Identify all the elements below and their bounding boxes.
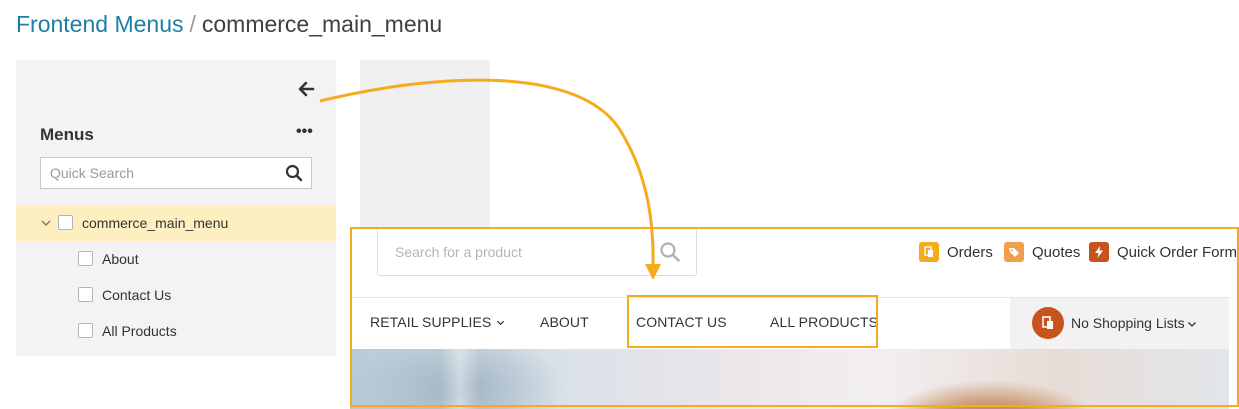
chevron-down-icon[interactable] (40, 217, 52, 229)
search-icon[interactable] (659, 241, 681, 263)
nav-item-all-products[interactable]: ALL PRODUCTS (770, 314, 878, 330)
shopping-lists-widget[interactable]: No Shopping Lists (1010, 298, 1229, 349)
quick-link-label: Orders (947, 243, 993, 261)
quick-link-quotes[interactable]: Quotes (1004, 241, 1080, 263)
quick-link-orders[interactable]: Orders (919, 241, 993, 263)
menus-sidebar: Menus ••• commerce_main_menu About Conta… (16, 60, 336, 356)
tree-item-about[interactable]: About (16, 241, 336, 277)
tree-checkbox[interactable] (58, 215, 73, 230)
tree-checkbox[interactable] (78, 323, 93, 338)
more-actions-button[interactable]: ••• (296, 124, 313, 143)
nav-item-label: RETAIL SUPPLIES (370, 314, 492, 330)
quick-link-quick-order-form[interactable]: Quick Order Form (1089, 241, 1237, 263)
tree-checkbox[interactable] (78, 251, 93, 266)
tree-item-label: commerce_main_menu (82, 215, 229, 231)
quick-search-box (40, 157, 312, 189)
tree-item-label: All Products (102, 323, 177, 339)
product-search-input[interactable] (378, 228, 648, 275)
search-icon[interactable] (285, 164, 303, 182)
chevron-down-icon (1188, 322, 1196, 327)
main-navigation: RETAIL SUPPLIES ABOUT CONTACT US ALL PRO… (350, 297, 1229, 349)
storefront-preview: Orders Quotes Quick Order Form RETAIL SU… (350, 227, 1239, 409)
shopping-list-icon (1032, 307, 1064, 339)
breadcrumb-separator: / (189, 11, 196, 37)
quick-search-input[interactable] (41, 158, 281, 188)
breadcrumb: Frontend Menus / commerce_main_menu (16, 10, 442, 38)
tree-item-label: About (102, 251, 139, 267)
tree-item-all-products[interactable]: All Products (16, 313, 336, 349)
collapse-sidebar-button[interactable] (297, 80, 315, 98)
nav-item-about[interactable]: ABOUT (540, 314, 589, 330)
tag-icon (1004, 242, 1024, 262)
hero-banner-image (350, 349, 1229, 409)
tree-checkbox[interactable] (78, 287, 93, 302)
quick-link-label: Quick Order Form (1117, 243, 1238, 261)
orders-icon (919, 242, 939, 262)
chevron-down-icon (497, 320, 505, 326)
nav-item-contact-us[interactable]: CONTACT US (636, 314, 727, 330)
lightning-icon (1089, 242, 1109, 262)
product-search-box (377, 227, 697, 276)
shopping-lists-label: No Shopping Lists (1071, 315, 1185, 331)
tree-item-contact-us[interactable]: Contact Us (16, 277, 336, 313)
content-placeholder (360, 60, 490, 228)
breadcrumb-link-frontend-menus[interactable]: Frontend Menus (16, 11, 183, 37)
arrow-left-icon (298, 81, 315, 97)
nav-item-retail-supplies[interactable]: RETAIL SUPPLIES (370, 314, 505, 330)
tree-item-label: Contact Us (102, 287, 172, 303)
quick-link-label: Quotes (1032, 243, 1081, 261)
page-title: commerce_main_menu (201, 11, 443, 37)
tree-item-commerce-main-menu[interactable]: commerce_main_menu (16, 205, 336, 241)
menus-title: Menus (40, 125, 94, 144)
